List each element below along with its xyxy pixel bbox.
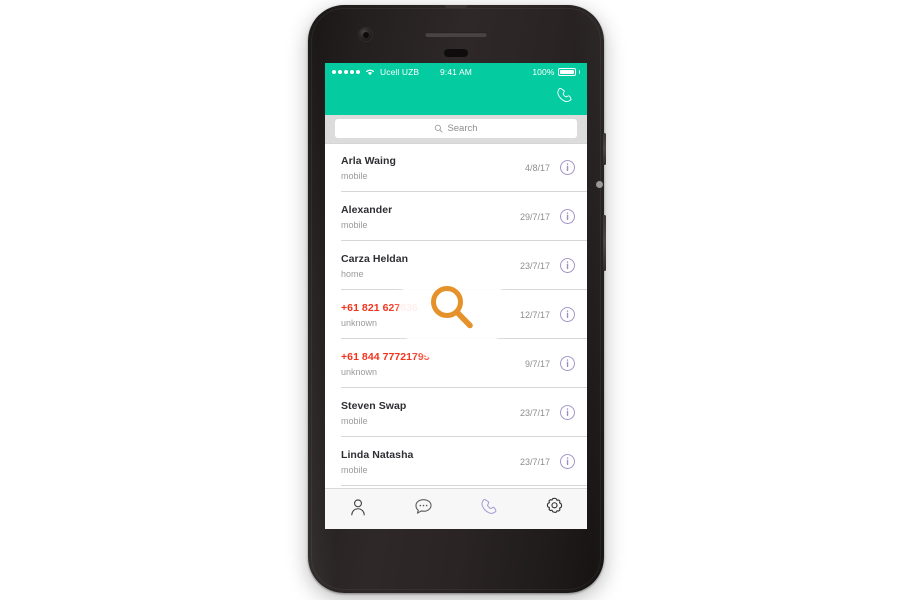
info-circle-icon[interactable]: [559, 306, 576, 323]
chat-bubble-icon: [413, 496, 434, 522]
magnifying-glass-icon: [425, 281, 479, 340]
search-bar-container: Search: [325, 115, 587, 143]
tab-settings[interactable]: [522, 496, 588, 522]
contact-number-type: mobile: [341, 464, 368, 475]
call-date: 9/7/17: [524, 358, 550, 369]
search-placeholder-text: Search: [447, 123, 478, 134]
tab-calls[interactable]: [456, 497, 522, 522]
call-row-text: Linda Natasha mobile: [341, 449, 520, 475]
search-input[interactable]: Search: [335, 119, 577, 138]
front-camera-lens: [362, 31, 369, 38]
battery-tip: [578, 69, 580, 74]
call-date: 4/8/17: [524, 162, 550, 173]
contact-name: Linda Natasha: [341, 448, 414, 461]
phone-icon: [479, 497, 499, 522]
magnifier-overlay: [399, 257, 505, 363]
phone-device: Ucell UZB 9:41 AM 100% Search Arla Waing…: [308, 5, 606, 593]
front-camera: [359, 28, 372, 41]
signal-strength-icon: [332, 69, 360, 74]
power-button[interactable]: [603, 133, 606, 165]
battery-fill: [559, 69, 574, 74]
call-date: 23/7/17: [519, 260, 550, 271]
search-icon: [434, 120, 443, 138]
carrier-label: Ucell UZB: [380, 66, 420, 77]
contact-number-type: mobile: [341, 415, 368, 426]
info-circle-icon[interactable]: [559, 355, 576, 372]
call-date: 23/7/17: [519, 456, 550, 467]
app-nav-bar: [325, 80, 587, 115]
call-date: 29/7/17: [519, 211, 550, 222]
contact-number-type: mobile: [341, 219, 368, 230]
call-list-row[interactable]: Arla Waing mobile 4/8/17: [325, 143, 587, 192]
info-circle-icon[interactable]: [559, 453, 576, 470]
call-date: 12/7/17: [519, 309, 550, 320]
tab-messages[interactable]: [391, 496, 457, 522]
info-circle-icon[interactable]: [559, 257, 576, 274]
side-indicator-dot: [596, 181, 603, 188]
contact-name: Arla Waing: [341, 154, 396, 167]
earpiece-speaker: [425, 32, 487, 37]
contact-name: Alexander: [341, 203, 393, 216]
call-list-row[interactable]: Steven Swap mobile 23/7/17: [325, 388, 587, 437]
battery-percent-label: 100%: [532, 66, 555, 77]
phone-screen: Ucell UZB 9:41 AM 100% Search Arla Waing…: [325, 63, 587, 529]
call-row-text: Alexander mobile: [341, 204, 520, 230]
bottom-tab-bar[interactable]: [325, 488, 587, 529]
battery-icon: [557, 67, 576, 76]
info-circle-icon[interactable]: [559, 159, 576, 176]
call-list-row[interactable]: Linda Natasha mobile 23/7/17: [325, 437, 587, 486]
screenshot-canvas: Ucell UZB 9:41 AM 100% Search Arla Waing…: [0, 0, 900, 600]
call-list-row[interactable]: Alexander mobile 29/7/17: [325, 192, 587, 241]
gear-icon: [544, 496, 565, 522]
volume-button[interactable]: [603, 215, 606, 271]
contact-number-type: unknown: [341, 366, 378, 377]
call-row-text: Arla Waing mobile: [341, 155, 525, 181]
wifi-icon: [365, 68, 375, 76]
phone-handset-icon[interactable]: [555, 86, 574, 110]
phone-top-antenna-line: [445, 5, 467, 8]
call-date: 23/7/17: [519, 407, 550, 418]
info-circle-icon[interactable]: [559, 208, 576, 225]
battery-indicator: 100%: [532, 67, 580, 77]
status-bar: Ucell UZB 9:41 AM 100%: [325, 63, 587, 80]
info-circle-icon[interactable]: [559, 404, 576, 421]
call-row-text: Steven Swap mobile: [341, 400, 520, 426]
contact-number-type: mobile: [341, 170, 368, 181]
contact-name: Steven Swap: [341, 399, 407, 412]
tab-contacts[interactable]: [325, 497, 391, 522]
person-icon: [348, 497, 368, 522]
proximity-sensor: [444, 49, 468, 57]
